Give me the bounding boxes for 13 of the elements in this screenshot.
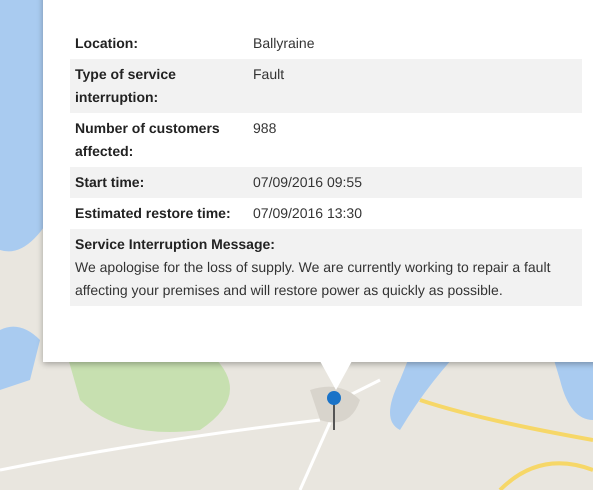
- field-label: Location:: [75, 34, 139, 53]
- field-value: 07/09/2016 09:55: [253, 173, 362, 192]
- field-label: Estimated restore time:: [75, 204, 232, 223]
- field-label: Start time:: [75, 173, 146, 192]
- field-value: Ballyraine: [253, 34, 314, 53]
- field-value: 988: [253, 119, 276, 138]
- field-label: Service Interruption Message:: [75, 235, 275, 254]
- field-label: Type of service interruption:: [75, 65, 177, 107]
- field-value: Fault: [253, 65, 284, 84]
- message-text: We apologise for the loss of supply. We are currently working to repair a fault affecting your premises and will restore power as quickly as possible.: [75, 258, 552, 300]
- map-pin-icon[interactable]: [326, 390, 342, 430]
- field-value: 07/09/2016 13:30: [253, 204, 362, 223]
- field-label: Number of customers affected:: [75, 119, 221, 161]
